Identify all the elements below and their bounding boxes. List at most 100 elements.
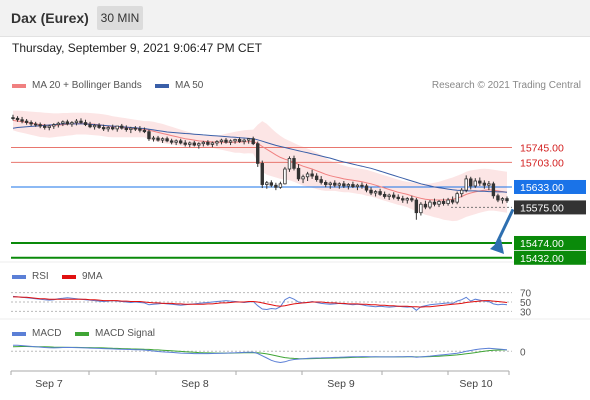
candle-body	[373, 191, 378, 194]
candle-body	[65, 121, 70, 125]
candle-body	[496, 195, 500, 201]
macd-line	[13, 344, 508, 364]
x-tick-label: Sep 10	[459, 378, 492, 390]
candle-body	[256, 143, 260, 164]
last-price-label: 15575.00	[520, 202, 564, 214]
candle-body	[43, 125, 47, 128]
candle-body	[360, 184, 364, 187]
candle-body	[52, 124, 56, 127]
candle-body	[11, 117, 15, 120]
candle-body	[129, 127, 133, 130]
candle-body	[29, 122, 33, 125]
chart-canvas: 15745.00 15703.00 15633.00 15575.00 15474.00…	[0, 110, 590, 390]
candle-body	[160, 138, 165, 141]
candle-body	[428, 201, 432, 208]
candle-body	[237, 139, 242, 142]
candle-body	[487, 183, 491, 186]
candle-body	[142, 129, 147, 133]
candle-body	[423, 203, 428, 208]
candle-body	[20, 119, 24, 122]
candle-body	[151, 137, 156, 140]
rsi-level-label: 30	[520, 307, 532, 318]
candle-body	[70, 122, 74, 125]
x-tick-label: Sep 7	[35, 378, 63, 390]
candle-body	[38, 124, 42, 127]
candle-body	[188, 142, 192, 145]
candle-body	[469, 178, 473, 187]
candle-body	[24, 120, 29, 123]
candle-body	[269, 182, 274, 186]
candle-body	[396, 196, 400, 200]
candle-body	[364, 185, 369, 191]
candle-body	[464, 178, 468, 191]
candle-body	[482, 182, 487, 186]
support-1-price-label: 15474.00	[520, 238, 564, 250]
candle-body	[391, 194, 396, 198]
candle-body	[410, 198, 414, 201]
candle-body	[333, 182, 337, 186]
candle-body	[169, 140, 174, 143]
candle-body	[156, 137, 160, 141]
candle-body	[242, 139, 246, 142]
candle-body	[246, 138, 251, 141]
candle-body	[260, 162, 264, 185]
candle-body	[61, 121, 65, 124]
rsi-line	[12, 295, 508, 312]
candle-body	[206, 141, 210, 145]
candle-body	[183, 142, 187, 145]
candle-body	[378, 191, 382, 195]
candle-body	[88, 124, 92, 128]
candle-body	[382, 193, 387, 197]
candle-body	[491, 183, 496, 197]
candle-body	[133, 127, 138, 130]
candle-body	[147, 131, 151, 140]
candle-body	[355, 184, 360, 188]
candle-body	[292, 158, 296, 169]
candle-body	[342, 183, 346, 187]
candle-body	[369, 189, 373, 194]
candle-body	[287, 158, 292, 170]
candle-body	[446, 199, 450, 204]
candle-body	[178, 140, 183, 144]
candle-body	[106, 127, 110, 130]
support-2-price-label: 15432.00	[520, 253, 564, 265]
candle-body	[115, 125, 119, 130]
candle-body	[233, 139, 237, 142]
candle-body	[15, 117, 20, 121]
candle-body	[319, 179, 323, 183]
candle-body	[441, 201, 446, 204]
candle-body	[500, 198, 505, 201]
candle-body	[310, 173, 314, 177]
candle-body	[505, 198, 509, 202]
candle-body	[79, 120, 83, 123]
candle-body	[219, 139, 224, 142]
macd-zero-label: 0	[520, 347, 526, 358]
candle-body	[224, 139, 228, 143]
x-tick-label: Sep 9	[327, 378, 355, 390]
candle-body	[346, 184, 351, 187]
candle-body	[437, 201, 441, 205]
candle-body	[405, 198, 409, 201]
candle-body	[111, 127, 115, 130]
candle-body	[97, 124, 101, 128]
candle-body	[265, 182, 269, 185]
resistance-2-price-label: 15703.00	[520, 157, 564, 169]
candle-body	[351, 184, 355, 188]
candle-body	[120, 125, 124, 129]
candle-body	[455, 193, 459, 203]
resistance-1-price-label: 15745.00	[520, 143, 564, 155]
candle-body	[138, 128, 142, 131]
candle-body	[201, 141, 206, 145]
candle-body	[328, 182, 332, 185]
candle-body	[473, 180, 477, 187]
candle-body	[283, 168, 287, 185]
candle-body	[101, 127, 106, 130]
x-tick-label: Sep 8	[181, 378, 209, 390]
candle-body	[74, 120, 79, 123]
candle-body	[387, 194, 391, 197]
candle-body	[251, 138, 255, 145]
candle-body	[124, 127, 129, 130]
candle-body	[414, 199, 419, 214]
candle-body	[459, 189, 464, 195]
candle-body	[401, 198, 405, 201]
